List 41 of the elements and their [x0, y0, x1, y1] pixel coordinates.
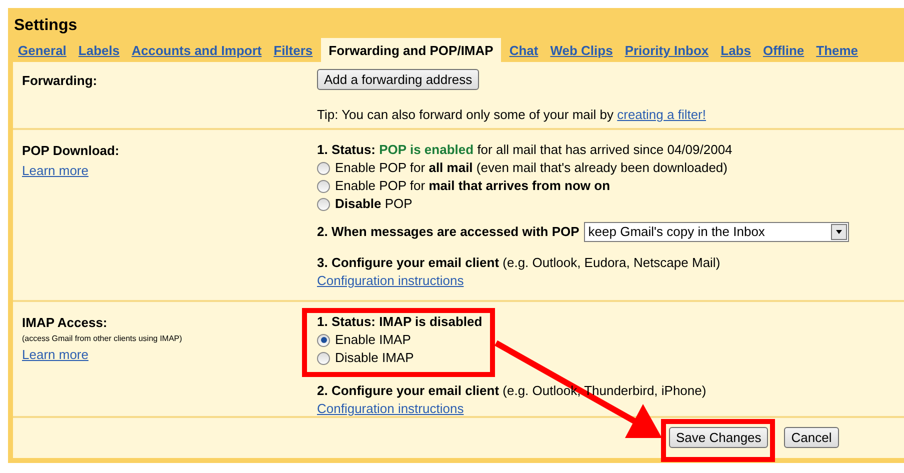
settings-tab[interactable]: Forwarding and POP/IMAP: [320, 38, 502, 62]
section-label: IMAP Access:: [22, 314, 108, 332]
radio-button[interactable]: [317, 198, 330, 210]
radio-label: Enable POP for all mail (even mail that's already been downloaded): [335, 159, 728, 177]
pop-status: 1. Status: POP is enabled for all mail that has arrived since 04/09/2004: [317, 141, 734, 159]
configuration-instructions-link[interactable]: Configuration instructions: [317, 401, 464, 416]
settings-tab[interactable]: Accounts and Import: [128, 38, 266, 62]
settings-tab[interactable]: Web Clips: [546, 38, 617, 62]
section-label: POP Download:: [22, 142, 120, 160]
add-forwarding-button[interactable]: Add a forwarding address: [317, 69, 480, 90]
radio-label: Disable POP: [335, 195, 412, 213]
settings-tab[interactable]: Labs: [716, 38, 755, 62]
save-changes-button[interactable]: Save Changes: [669, 427, 768, 448]
radio-label: Enable IMAP: [335, 331, 411, 349]
imap-status: 1. Status: IMAP is disabled: [317, 313, 484, 331]
radio-button[interactable]: [317, 162, 330, 174]
radio-button[interactable]: [317, 180, 330, 192]
configure-text: 2. Configure your email client (e.g. Outlook, Thunderbird, iPhone): [317, 382, 706, 400]
radio-label: Disable IMAP: [335, 349, 414, 367]
create-filter-link[interactable]: creating a filter!: [617, 107, 706, 122]
settings-tab[interactable]: Chat: [505, 38, 542, 62]
radio-button[interactable]: [317, 334, 330, 346]
pop-access-label: 2. When messages are accessed with POP: [317, 223, 580, 241]
radio-label: Enable POP for mail that arrives from now on: [335, 177, 610, 195]
radio-button[interactable]: [317, 352, 330, 364]
pop-access-dropdown[interactable]: keep Gmail's copy in the Inbox: [584, 222, 850, 242]
configure-text: 3. Configure your email client (e.g. Outlook, Eudora, Netscape Mail): [317, 254, 722, 272]
configuration-instructions-link[interactable]: Configuration instructions: [317, 273, 464, 288]
settings-tab[interactable]: General: [14, 38, 70, 62]
settings-tab[interactable]: Offline: [758, 38, 808, 62]
cancel-button[interactable]: Cancel: [784, 427, 839, 448]
section-sublabel: (access Gmail from other clients using IMAP): [22, 332, 182, 344]
learn-more-link[interactable]: Learn more: [22, 344, 88, 364]
section-label: Forwarding:: [22, 73, 98, 88]
settings-tab[interactable]: Theme: [812, 38, 862, 62]
learn-more-link[interactable]: Learn more: [22, 160, 88, 180]
settings-tab[interactable]: Filters: [270, 38, 317, 62]
settings-tab[interactable]: Priority Inbox: [620, 38, 713, 62]
page-title: Settings: [13, 16, 78, 36]
tip-text: Tip: You can also forward only some of your mail by creating a filter!: [317, 106, 706, 124]
settings-tab[interactable]: Labels: [74, 38, 124, 62]
